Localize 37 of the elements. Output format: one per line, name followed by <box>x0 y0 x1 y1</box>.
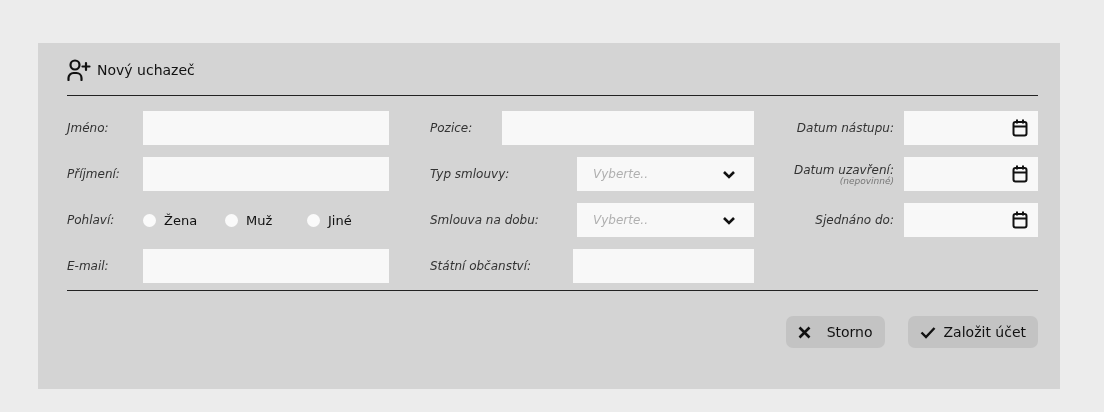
radio-option[interactable]: Žena <box>143 212 225 228</box>
date-field[interactable] <box>904 111 1038 145</box>
field-label: Datum nástupu: <box>796 121 894 135</box>
calendar-icon <box>1012 211 1028 229</box>
input-field[interactable] <box>502 111 754 145</box>
radio-button[interactable] <box>143 213 156 227</box>
confirm-button[interactable]: Založit účet <box>907 316 1038 348</box>
field-label: Smlouva na dobu: <box>430 213 540 227</box>
radio-button[interactable] <box>307 213 320 227</box>
field-label: E-mail: <box>67 259 110 273</box>
radio-button[interactable] <box>225 213 238 227</box>
input-field[interactable] <box>143 111 389 145</box>
input-field[interactable] <box>143 157 389 191</box>
input-field[interactable] <box>143 249 389 283</box>
close-icon <box>797 325 811 339</box>
form-title: Nový uchazeč <box>97 62 195 78</box>
date-field[interactable] <box>904 203 1038 237</box>
calendar-icon <box>1012 165 1028 183</box>
calendar-icon <box>1012 119 1028 137</box>
input-field[interactable] <box>573 249 754 283</box>
radio-option[interactable]: Muž <box>225 212 307 228</box>
chevron-down-icon <box>722 215 736 225</box>
field-label: Státní občanství: <box>430 259 533 273</box>
field-label: Datum uzavření: <box>793 162 894 177</box>
field-label: Jméno: <box>67 121 110 135</box>
field-label: Typ smlouvy: <box>430 167 511 181</box>
check-icon <box>919 325 936 339</box>
radio-option[interactable]: Jiné <box>307 212 389 228</box>
field-label: Příjmení: <box>67 167 121 181</box>
add-user-icon <box>67 59 91 81</box>
field-label: Pozice: <box>430 121 474 135</box>
date-field[interactable] <box>904 157 1038 191</box>
chevron-down-icon <box>722 169 736 179</box>
field-label: Pohlaví: <box>67 213 116 227</box>
field-note: (nepovinné) <box>839 176 894 186</box>
cancel-button[interactable]: Storno <box>785 316 885 348</box>
field-label: Sjednáno do: <box>815 213 894 227</box>
